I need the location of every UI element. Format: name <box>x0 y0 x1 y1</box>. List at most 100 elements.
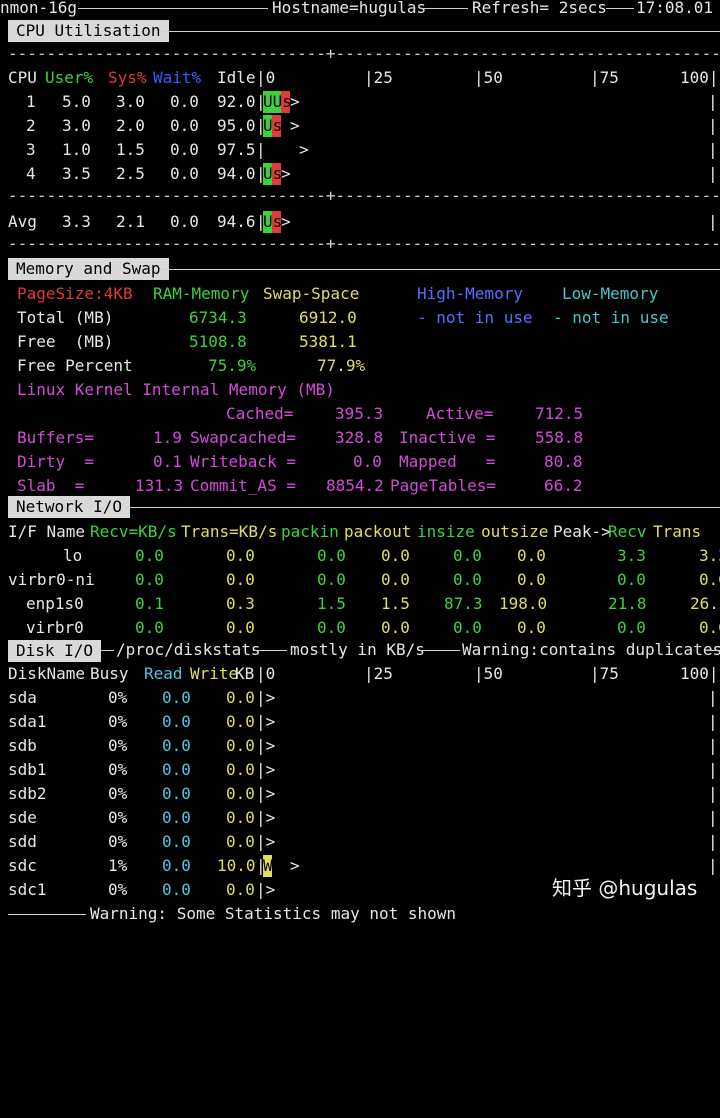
disk-name: sde <box>8 808 37 827</box>
cpu-wait: 0.0 <box>170 164 199 183</box>
buffers-value: 1.9 <box>153 428 182 447</box>
total-ram: 6734.3 <box>189 308 247 327</box>
scale-0: |0 <box>256 68 276 87</box>
disk-read: 0.0 <box>162 856 191 875</box>
bar-right: | <box>708 712 718 731</box>
cpu-bar-end: > <box>299 140 309 159</box>
disk-name: sdb <box>8 736 37 755</box>
wait-col-header: Wait% <box>153 68 202 87</box>
bar-right: | <box>708 116 718 135</box>
if-packin: 0.0 <box>317 618 346 637</box>
title-rule <box>606 8 634 9</box>
disk-row: sde 0% 0.0 0.0 |> | <box>0 806 720 830</box>
if-name: enp1s0 <box>26 594 84 613</box>
disk-write: 0.0 <box>226 760 255 779</box>
diskname-header: DiskName <box>8 664 86 683</box>
if-name: virbr0-ni <box>8 570 95 589</box>
if-packin: 0.0 <box>317 546 346 565</box>
cpu-row: 2 3.0 2.0 0.0 95.0 | Us > | <box>0 114 720 138</box>
if-recv: 0.1 <box>135 594 164 613</box>
if-trans: 0.0 <box>226 570 255 589</box>
disk-name: sdb2 <box>8 784 47 803</box>
disk-bar: |> <box>256 880 276 899</box>
active-value: 712.5 <box>535 404 584 423</box>
clock: 17:08.01 <box>636 0 714 17</box>
cpu-bar-end: > <box>290 92 300 111</box>
cpu-row: 3 1.0 1.5 0.0 97.5 | > | <box>0 138 720 162</box>
if-peak-recv: 3.3 <box>617 546 646 565</box>
disk-bar: |> <box>256 808 276 827</box>
disk-name: sdb1 <box>8 760 47 779</box>
cpu-idle: 92.0 <box>217 92 256 111</box>
network-section-header: Network I/O <box>8 496 130 518</box>
pagetables-value: 66.2 <box>544 476 583 495</box>
section-rule <box>708 650 720 651</box>
disk-busy: 0% <box>108 712 128 731</box>
bar-right: | <box>708 736 718 755</box>
if-outsize: 0.0 <box>517 546 546 565</box>
section-rule <box>253 650 287 651</box>
cpu-sys: 2.0 <box>116 116 145 135</box>
cpu-row: 1 5.0 3.0 0.0 92.0 | UUs > | <box>0 90 720 114</box>
pagetables-label: PageTables= <box>390 476 496 495</box>
if-peak-trans: 0.0 <box>699 618 720 637</box>
mapped-label: Mapped = <box>399 452 496 471</box>
cpu-bar-end: > <box>281 164 291 183</box>
if-insize: 0.0 <box>453 570 482 589</box>
mem-total-row: Total (MB) 6734.3 6912.0 - not in use - … <box>0 306 720 330</box>
slab-label: Slab = <box>17 476 85 495</box>
free-swap: 5381.1 <box>299 332 357 351</box>
cpu-idle: 97.5 <box>217 140 256 159</box>
cpu-sys: 2.5 <box>116 164 145 183</box>
disk-write: 0.0 <box>226 808 255 827</box>
disk-bar: |> <box>256 760 276 779</box>
kernel-row: Dirty = 0.1 Writeback = 0.0 Mapped = 80.… <box>0 450 720 474</box>
disk-bar: |> <box>256 784 276 803</box>
cpu-row: 4 3.5 2.5 0.0 94.0 | Us > | <box>0 162 720 186</box>
inactive-value: 558.8 <box>535 428 584 447</box>
disk-bar: |> <box>256 832 276 851</box>
if-outsize: 0.0 <box>517 618 546 637</box>
idle-col-header: Idle <box>217 68 256 87</box>
mapped-value: 80.8 <box>544 452 583 471</box>
outsize-header: outsize <box>481 522 549 541</box>
disk-read: 0.0 <box>162 880 191 899</box>
disk-footer: Warning: Some Statistics may not shown <box>0 902 720 926</box>
peak-trans-header: Trans <box>653 522 702 541</box>
scale-75: |75 <box>590 68 619 87</box>
cpu-idle: 95.0 <box>217 116 256 135</box>
cpu-col-header: CPU <box>8 68 37 87</box>
if-recv: 0.0 <box>135 618 164 637</box>
swapcached-value: 328.8 <box>335 428 384 447</box>
cpu-id: 2 <box>26 116 36 135</box>
if-packin: 1.5 <box>317 594 346 613</box>
disk-warning: Warning:contains duplicates <box>462 640 720 659</box>
section-rule <box>162 31 720 32</box>
app-name: nmon-16g <box>0 0 78 17</box>
if-peak-trans: 3.3 <box>699 546 720 565</box>
avg-bar-end: > <box>281 212 291 231</box>
kb-header: KB <box>235 664 255 683</box>
section-rule <box>127 507 720 508</box>
bar-start: | <box>256 140 266 159</box>
cpu-user: 3.5 <box>62 164 91 183</box>
scale-25: |25 <box>364 664 393 683</box>
insize-header: insize <box>417 522 475 541</box>
net-header-row: I/F Name Recv=KB/s Trans=KB/s packin pac… <box>0 520 720 544</box>
low-not-in-use: - not in use <box>553 308 669 327</box>
peak-recv-header: Recv <box>608 522 647 541</box>
kernel-row: Slab = 131.3 Commit_AS = 8854.2 PageTabl… <box>0 474 720 498</box>
cpu-sys: 1.5 <box>116 140 145 159</box>
high-memory-header: High-Memory <box>417 284 523 303</box>
if-name: lo <box>63 546 83 565</box>
disk-bar: |> <box>256 712 276 731</box>
avg-idle: 94.6 <box>217 212 256 231</box>
free-label: Free (MB) <box>17 332 114 351</box>
avg-user: 3.3 <box>62 212 91 231</box>
bar-right: | <box>708 856 718 875</box>
disk-read: 0.0 <box>162 736 191 755</box>
if-trans: 0.3 <box>226 594 255 613</box>
buffers-label: Buffers= <box>17 428 95 447</box>
scale-50: |50 <box>474 68 503 87</box>
disk-row: sdd 0% 0.0 0.0 |> | <box>0 830 720 854</box>
